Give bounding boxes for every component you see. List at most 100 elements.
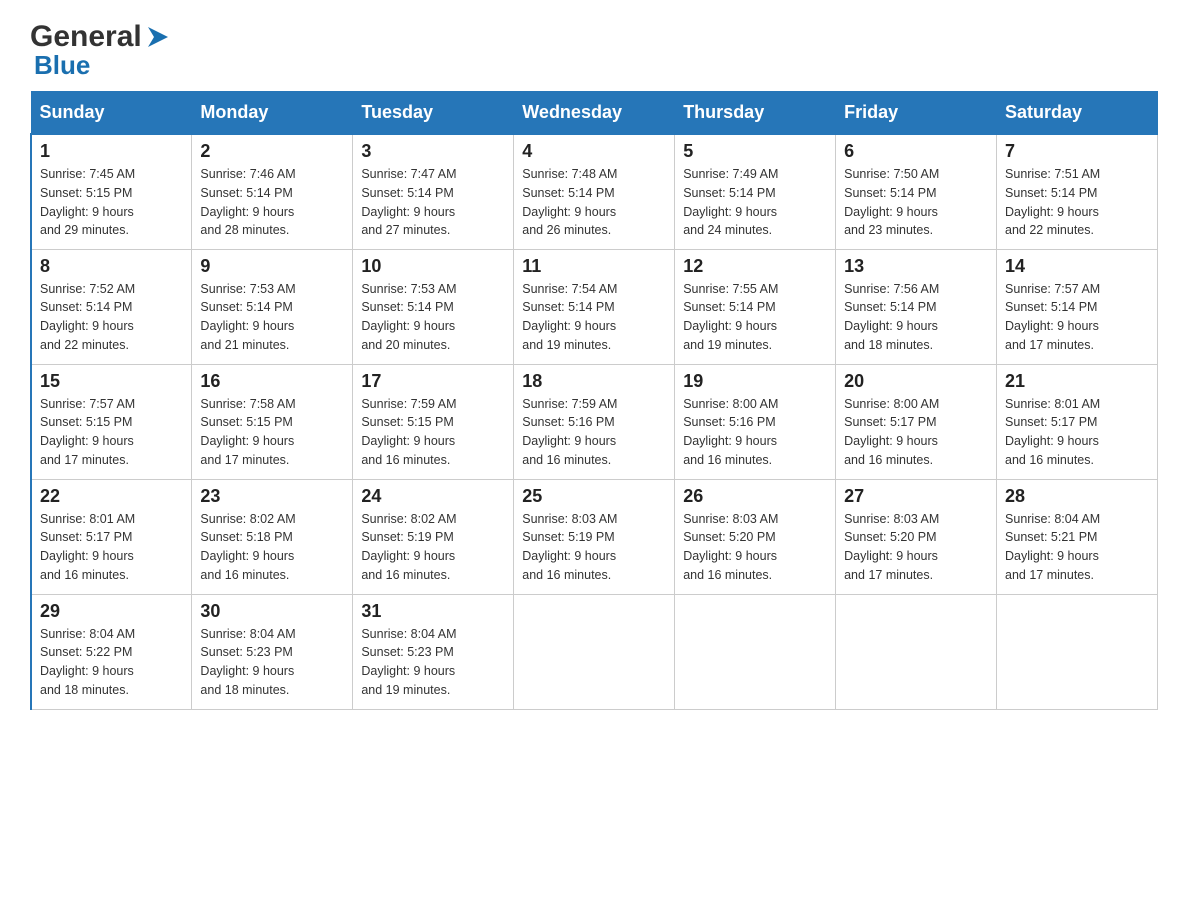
day-number: 7: [1005, 141, 1149, 162]
logo: General Blue: [30, 20, 172, 81]
day-info: Sunrise: 8:00 AMSunset: 5:17 PMDaylight:…: [844, 395, 988, 470]
calendar-cell: 10Sunrise: 7:53 AMSunset: 5:14 PMDayligh…: [353, 249, 514, 364]
col-header-monday: Monday: [192, 92, 353, 135]
day-info: Sunrise: 7:51 AMSunset: 5:14 PMDaylight:…: [1005, 165, 1149, 240]
day-info: Sunrise: 8:01 AMSunset: 5:17 PMDaylight:…: [40, 510, 183, 585]
day-info: Sunrise: 8:03 AMSunset: 5:19 PMDaylight:…: [522, 510, 666, 585]
week-row-2: 8Sunrise: 7:52 AMSunset: 5:14 PMDaylight…: [31, 249, 1158, 364]
day-info: Sunrise: 8:02 AMSunset: 5:18 PMDaylight:…: [200, 510, 344, 585]
day-number: 29: [40, 601, 183, 622]
calendar-cell: 3Sunrise: 7:47 AMSunset: 5:14 PMDaylight…: [353, 134, 514, 249]
calendar-cell: 26 Sunrise: 8:03 AMSunset: 5:20 PMDayligh…: [675, 479, 836, 594]
day-info: Sunrise: 7:53 AMSunset: 5:14 PMDaylight:…: [200, 280, 344, 355]
calendar-cell: 22Sunrise: 8:01 AMSunset: 5:17 PMDayligh…: [31, 479, 192, 594]
day-info: Sunrise: 8:04 AMSunset: 5:21 PMDaylight:…: [1005, 510, 1149, 585]
calendar-cell: 11 Sunrise: 7:54 AMSunset: 5:14 PMDayligh…: [514, 249, 675, 364]
day-info: Sunrise: 7:49 AMSunset: 5:14 PMDaylight:…: [683, 165, 827, 240]
calendar-cell: 27Sunrise: 8:03 AMSunset: 5:20 PMDayligh…: [836, 479, 997, 594]
day-number: 8: [40, 256, 183, 277]
day-number: 13: [844, 256, 988, 277]
col-header-saturday: Saturday: [997, 92, 1158, 135]
calendar-cell: 28 Sunrise: 8:04 AMSunset: 5:21 PMDayligh…: [997, 479, 1158, 594]
calendar-cell: 16 Sunrise: 7:58 AMSunset: 5:15 PMDayligh…: [192, 364, 353, 479]
week-row-5: 29Sunrise: 8:04 AMSunset: 5:22 PMDayligh…: [31, 594, 1158, 709]
calendar-cell: 5Sunrise: 7:49 AMSunset: 5:14 PMDaylight…: [675, 134, 836, 249]
week-row-4: 22Sunrise: 8:01 AMSunset: 5:17 PMDayligh…: [31, 479, 1158, 594]
calendar-cell: [514, 594, 675, 709]
logo-blue-text: Blue: [34, 50, 90, 81]
col-header-sunday: Sunday: [31, 92, 192, 135]
day-number: 21: [1005, 371, 1149, 392]
day-info: Sunrise: 7:54 AMSunset: 5:14 PMDaylight:…: [522, 280, 666, 355]
col-header-friday: Friday: [836, 92, 997, 135]
day-number: 30: [200, 601, 344, 622]
day-number: 23: [200, 486, 344, 507]
day-info: Sunrise: 7:55 AMSunset: 5:14 PMDaylight:…: [683, 280, 827, 355]
day-number: 2: [200, 141, 344, 162]
calendar-cell: 31 Sunrise: 8:04 AMSunset: 5:23 PMDayligh…: [353, 594, 514, 709]
col-header-tuesday: Tuesday: [353, 92, 514, 135]
day-number: 6: [844, 141, 988, 162]
calendar-cell: 23 Sunrise: 8:02 AMSunset: 5:18 PMDayligh…: [192, 479, 353, 594]
day-info: Sunrise: 7:46 AMSunset: 5:14 PMDaylight:…: [200, 165, 344, 240]
calendar-cell: 25 Sunrise: 8:03 AMSunset: 5:19 PMDayligh…: [514, 479, 675, 594]
day-number: 28: [1005, 486, 1149, 507]
calendar-cell: [997, 594, 1158, 709]
day-number: 14: [1005, 256, 1149, 277]
calendar-cell: 12 Sunrise: 7:55 AMSunset: 5:14 PMDayligh…: [675, 249, 836, 364]
col-header-thursday: Thursday: [675, 92, 836, 135]
calendar-cell: 18 Sunrise: 7:59 AMSunset: 5:16 PMDayligh…: [514, 364, 675, 479]
calendar-cell: 30 Sunrise: 8:04 AMSunset: 5:23 PMDayligh…: [192, 594, 353, 709]
day-number: 18: [522, 371, 666, 392]
page-header: General Blue: [30, 20, 1158, 81]
calendar-header-row: SundayMondayTuesdayWednesdayThursdayFrid…: [31, 92, 1158, 135]
day-number: 24: [361, 486, 505, 507]
day-number: 17: [361, 371, 505, 392]
day-info: Sunrise: 8:00 AMSunset: 5:16 PMDaylight:…: [683, 395, 827, 470]
day-number: 11: [522, 256, 666, 277]
day-info: Sunrise: 8:04 AMSunset: 5:23 PMDaylight:…: [361, 625, 505, 700]
week-row-3: 15Sunrise: 7:57 AMSunset: 5:15 PMDayligh…: [31, 364, 1158, 479]
day-info: Sunrise: 7:48 AMSunset: 5:14 PMDaylight:…: [522, 165, 666, 240]
day-info: Sunrise: 7:50 AMSunset: 5:14 PMDaylight:…: [844, 165, 988, 240]
day-info: Sunrise: 8:03 AMSunset: 5:20 PMDaylight:…: [683, 510, 827, 585]
day-info: Sunrise: 7:45 AMSunset: 5:15 PMDaylight:…: [40, 165, 183, 240]
week-row-1: 1 Sunrise: 7:45 AMSunset: 5:15 PMDaylight…: [31, 134, 1158, 249]
day-number: 16: [200, 371, 344, 392]
day-info: Sunrise: 8:03 AMSunset: 5:20 PMDaylight:…: [844, 510, 988, 585]
day-info: Sunrise: 8:01 AMSunset: 5:17 PMDaylight:…: [1005, 395, 1149, 470]
logo-general-text: General: [30, 20, 142, 54]
day-number: 31: [361, 601, 505, 622]
day-info: Sunrise: 7:58 AMSunset: 5:15 PMDaylight:…: [200, 395, 344, 470]
calendar-cell: 21 Sunrise: 8:01 AMSunset: 5:17 PMDayligh…: [997, 364, 1158, 479]
day-number: 20: [844, 371, 988, 392]
calendar-cell: 13 Sunrise: 7:56 AMSunset: 5:14 PMDayligh…: [836, 249, 997, 364]
calendar-cell: 9 Sunrise: 7:53 AMSunset: 5:14 PMDaylight…: [192, 249, 353, 364]
calendar-cell: [675, 594, 836, 709]
day-info: Sunrise: 8:04 AMSunset: 5:23 PMDaylight:…: [200, 625, 344, 700]
day-number: 19: [683, 371, 827, 392]
day-number: 26: [683, 486, 827, 507]
day-info: Sunrise: 8:02 AMSunset: 5:19 PMDaylight:…: [361, 510, 505, 585]
logo-arrow-icon: [144, 23, 172, 51]
day-number: 3: [361, 141, 505, 162]
calendar-cell: 4 Sunrise: 7:48 AMSunset: 5:14 PMDaylight…: [514, 134, 675, 249]
day-info: Sunrise: 7:57 AMSunset: 5:15 PMDaylight:…: [40, 395, 183, 470]
calendar-cell: [836, 594, 997, 709]
day-number: 9: [200, 256, 344, 277]
day-info: Sunrise: 7:53 AMSunset: 5:14 PMDaylight:…: [361, 280, 505, 355]
day-info: Sunrise: 7:59 AMSunset: 5:16 PMDaylight:…: [522, 395, 666, 470]
calendar-cell: 19 Sunrise: 8:00 AMSunset: 5:16 PMDayligh…: [675, 364, 836, 479]
calendar-table: SundayMondayTuesdayWednesdayThursdayFrid…: [30, 91, 1158, 710]
calendar-cell: 8Sunrise: 7:52 AMSunset: 5:14 PMDaylight…: [31, 249, 192, 364]
day-number: 25: [522, 486, 666, 507]
day-number: 4: [522, 141, 666, 162]
calendar-cell: 1 Sunrise: 7:45 AMSunset: 5:15 PMDaylight…: [31, 134, 192, 249]
calendar-cell: 17Sunrise: 7:59 AMSunset: 5:15 PMDayligh…: [353, 364, 514, 479]
calendar-cell: 24 Sunrise: 8:02 AMSunset: 5:19 PMDayligh…: [353, 479, 514, 594]
day-number: 12: [683, 256, 827, 277]
day-info: Sunrise: 7:56 AMSunset: 5:14 PMDaylight:…: [844, 280, 988, 355]
calendar-cell: 20 Sunrise: 8:00 AMSunset: 5:17 PMDayligh…: [836, 364, 997, 479]
day-number: 1: [40, 141, 183, 162]
calendar-cell: 15Sunrise: 7:57 AMSunset: 5:15 PMDayligh…: [31, 364, 192, 479]
